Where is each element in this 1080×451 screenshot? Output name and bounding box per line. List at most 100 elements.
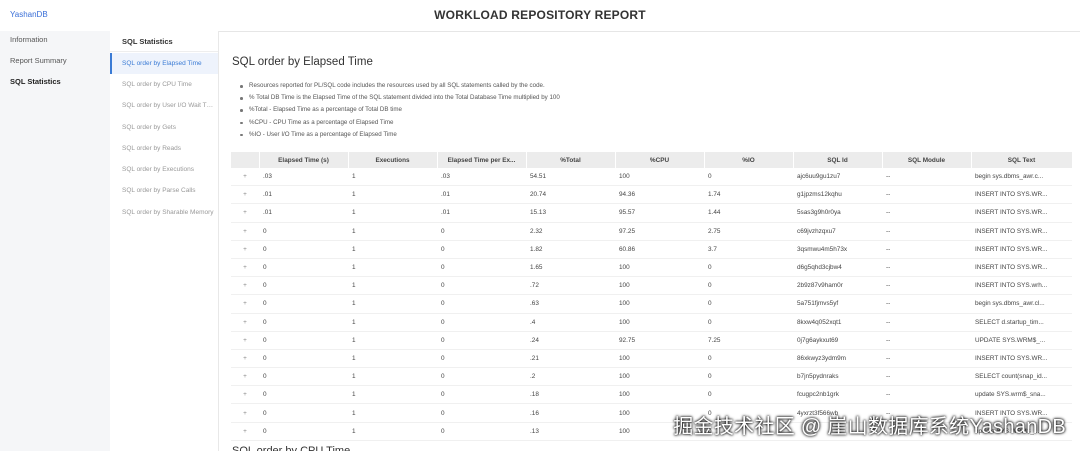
cell-sql-text: INSERT INTO SYS.WR... (971, 349, 1072, 369)
expand-row-icon[interactable]: + (231, 222, 259, 241)
sub-nav-item-elapsed-time[interactable]: SQL order by Elapsed Time (122, 60, 218, 67)
nav-item-report-summary[interactable]: Report Summary (10, 56, 67, 65)
column-header-elapsed-per-exec[interactable]: Elapsed Time per Ex... (437, 152, 527, 168)
cell-executions: 1 (348, 422, 437, 441)
cell-sql-text: begin sys.dbms_awr.c... (971, 168, 1072, 187)
main-content: SQL order by Elapsed Time Resources repo… (218, 31, 1080, 451)
expand-row-icon[interactable]: + (231, 185, 259, 205)
cell-pct-io: 0 (704, 168, 793, 187)
column-header-pct-cpu[interactable]: %CPU (615, 152, 705, 168)
cell-pct-total: .72 (526, 276, 615, 296)
expand-row-icon[interactable]: + (231, 168, 259, 187)
watermark: 掘金技术社区 @ 崖山数据库系统YashanDB (673, 416, 1066, 438)
column-header-sql-id[interactable]: SQL Id (793, 152, 883, 168)
cell-executions: 1 (348, 258, 437, 278)
cell-pct-total: .24 (526, 331, 615, 350)
table-row[interactable]: +0 1 0.4 100 0 8kxw4q052xqt1 -- SELECT d.startu… (231, 313, 1072, 332)
cell-elapsed-per-exec: 0 (437, 313, 526, 332)
sub-nav-item-sharable-memory[interactable]: SQL order by Sharable Memory (122, 209, 218, 216)
expand-row-icon[interactable]: + (231, 294, 259, 314)
note-item: % Total DB Time is the Elapsed Time of t… (240, 92, 560, 104)
cell-sql-id: 5sas3g9h0r0ya (793, 203, 882, 223)
bullet-icon (240, 97, 243, 100)
cell-sql-text: INSERT INTO SYS.WR... (971, 222, 1072, 241)
cell-elapsed-per-exec: 0 (437, 331, 526, 350)
cell-executions: 1 (348, 222, 437, 241)
column-header-elapsed-time[interactable]: Elapsed Time (s) (259, 152, 349, 168)
sub-nav-item-reads[interactable]: SQL order by Reads (122, 145, 218, 152)
cell-sql-id: 86xkwyz3ydm9m (793, 349, 882, 369)
table-body: + .03 1.03 54.51 100 0 ajc6uu9gu1zu7 -- begin sy… (231, 168, 1072, 441)
column-header-sql-module[interactable]: SQL Module (882, 152, 972, 168)
cell-elapsed-time: 0 (259, 331, 348, 350)
cell-sql-module: -- (882, 258, 971, 278)
cell-executions: 1 (348, 203, 437, 223)
cell-pct-cpu: 100 (615, 258, 704, 278)
table-row[interactable]: +0 1 0 1.65 100 0 d6g5qhd3cjbw4 -- INSERT INTO S… (231, 258, 1072, 278)
cell-pct-cpu: 97.25 (615, 222, 704, 241)
bullet-icon (240, 85, 243, 88)
sub-nav-item-user-io-wait[interactable]: SQL order by User I/O Wait T… (122, 102, 218, 109)
cell-elapsed-time: 0 (259, 276, 348, 296)
expand-row-icon[interactable]: + (231, 367, 259, 387)
bullet-icon (240, 121, 243, 125)
table-row[interactable]: +0 1 0.21 100 0 86xkwyz3ydm9m -- INSERT INTO SY… (231, 349, 1072, 369)
sub-nav-item-cpu-time[interactable]: SQL order by CPU Time (122, 81, 218, 88)
cell-elapsed-per-exec: 0 (437, 349, 526, 369)
cell-elapsed-time: 0 (259, 349, 348, 369)
cell-executions: 1 (348, 313, 437, 332)
table-row[interactable]: + .03 1.03 54.51 100 0 ajc6uu9gu1zu7 -- begin sy… (231, 168, 1072, 187)
cell-elapsed-per-exec: 0 (437, 422, 526, 441)
table-row[interactable]: +0 1 0.2 100 0 b7jn5pydnraks -- SELECT count(sn… (231, 367, 1072, 387)
column-header-executions[interactable]: Executions (348, 152, 438, 168)
cell-sql-text: update SYS.wrm$_sna... (971, 385, 1072, 405)
cell-elapsed-per-exec: 0 (437, 367, 526, 387)
column-header-sql-text[interactable]: SQL Text (971, 152, 1073, 168)
cell-sql-text: INSERT INTO SYS.WR... (971, 258, 1072, 278)
nav-item-information[interactable]: Information (10, 35, 48, 44)
sub-nav-item-parse-calls[interactable]: SQL order by Parse Calls (122, 187, 218, 194)
cell-pct-cpu: 100 (615, 385, 704, 405)
cell-elapsed-time: 0 (259, 367, 348, 387)
cell-elapsed-per-exec: 0 (437, 294, 526, 314)
cell-sql-text: SELECT d.startup_tim... (971, 313, 1072, 332)
expand-row-icon[interactable]: + (231, 258, 259, 278)
expand-row-icon[interactable]: + (231, 422, 259, 441)
table-row[interactable]: +0 1 0 2.32 97.25 2.75 c69jvzhzqxu7 -- INSERT IN… (231, 222, 1072, 241)
cell-sql-id: fcugpc2nb1grk (793, 385, 882, 405)
column-header-pct-io[interactable]: %IO (704, 152, 794, 168)
table-row[interactable]: +0 1 0.18 100 0 fcugpc2nb1grk -- update SYS.wrm… (231, 385, 1072, 405)
sub-nav-item-gets[interactable]: SQL order by Gets (122, 124, 218, 131)
cell-sql-id: 2b9z87v9ham0r (793, 276, 882, 296)
expand-row-icon[interactable]: + (231, 403, 259, 423)
notes-list: Resources reported for PL/SQL code inclu… (240, 80, 560, 141)
cell-pct-total: .21 (526, 349, 615, 369)
expand-row-icon[interactable]: + (231, 203, 259, 223)
cell-sql-id: d6g5qhd3cjbw4 (793, 258, 882, 278)
expand-row-icon[interactable]: + (231, 276, 259, 296)
sub-nav-item-executions[interactable]: SQL order by Executions (122, 166, 218, 173)
sub-nav-title: SQL Statistics (122, 37, 173, 46)
expand-row-icon[interactable]: + (231, 349, 259, 369)
cell-pct-total: .4 (526, 313, 615, 332)
cell-sql-module: -- (882, 203, 971, 223)
bullet-icon (240, 133, 243, 137)
expand-row-icon[interactable]: + (231, 240, 259, 259)
cell-sql-text: SELECT count(snap_id... (971, 367, 1072, 387)
table-row[interactable]: +0 1 0 1.82 60.86 3.7 3qsmwu4m5h73x -- INSERT IN… (231, 240, 1072, 259)
table-row[interactable]: +0 1 0.72 100 0 2b9z87v9ham0r -- INSERT INTO SY… (231, 276, 1072, 296)
expand-row-icon[interactable]: + (231, 313, 259, 332)
cell-pct-total: .63 (526, 294, 615, 314)
table-row[interactable]: +0 1 0.63 100 0 5a751fjmvs5yf -- begin sys.dbms… (231, 294, 1072, 314)
expand-row-icon[interactable]: + (231, 385, 259, 405)
column-header-pct-total[interactable]: %Total (526, 152, 616, 168)
cell-elapsed-per-exec: .03 (437, 168, 526, 187)
table-header-row: Elapsed Time (s) Executions Elapsed Time p… (231, 152, 1073, 168)
cell-pct-total: 15.13 (526, 203, 615, 223)
table-row[interactable]: + .01 1.01 20.74 94.36 1.74 g1jpzms12kqhu -- INS… (231, 185, 1072, 205)
table-row[interactable]: +0 1 0.24 92.75 7.25 0j7g6aykxut69 -- UPDATE SY… (231, 331, 1072, 350)
nav-item-sql-statistics[interactable]: SQL Statistics (10, 77, 61, 86)
expand-row-icon[interactable]: + (231, 331, 259, 350)
table-row[interactable]: + .01 1.01 15.13 95.57 1.44 5sas3g9h0r0ya -- INS… (231, 203, 1072, 223)
cell-sql-text: INSERT INTO SYS.wrh... (971, 276, 1072, 296)
